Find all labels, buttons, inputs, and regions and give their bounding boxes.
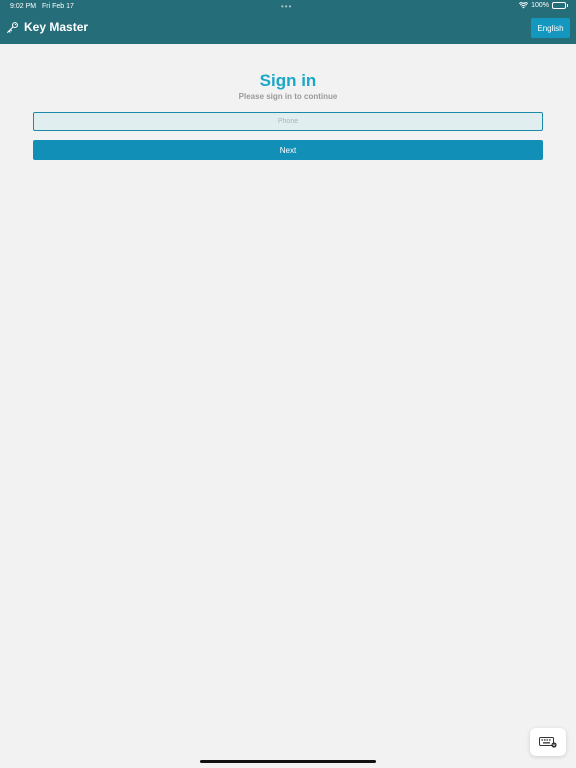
status-bar: 9:02 PM Fri Feb 17 ••• 100% <box>0 0 576 14</box>
app-header: 9:02 PM Fri Feb 17 ••• 100% Key Master E… <box>0 0 576 44</box>
home-indicator[interactable] <box>200 760 376 763</box>
brand: Key Master <box>6 20 88 34</box>
phone-input[interactable] <box>33 112 543 131</box>
battery-percentage: 100% <box>531 2 549 9</box>
page-subtitle: Please sign in to continue <box>238 92 338 101</box>
key-icon <box>7 21 18 33</box>
keyboard-icon <box>539 736 557 748</box>
next-button[interactable]: Next <box>33 140 543 160</box>
wifi-icon <box>519 2 529 9</box>
page-title: Sign in <box>259 71 317 90</box>
multitasking-dots-icon[interactable]: ••• <box>281 2 292 11</box>
battery-icon <box>552 2 568 9</box>
status-indicators: 100% <box>519 2 568 9</box>
language-button[interactable]: English <box>531 18 570 38</box>
status-date: Fri Feb 17 <box>42 3 74 10</box>
keyboard-toggle-button[interactable] <box>530 728 566 756</box>
status-time: 9:02 PM <box>10 3 37 10</box>
app-title: Key Master <box>24 20 89 34</box>
